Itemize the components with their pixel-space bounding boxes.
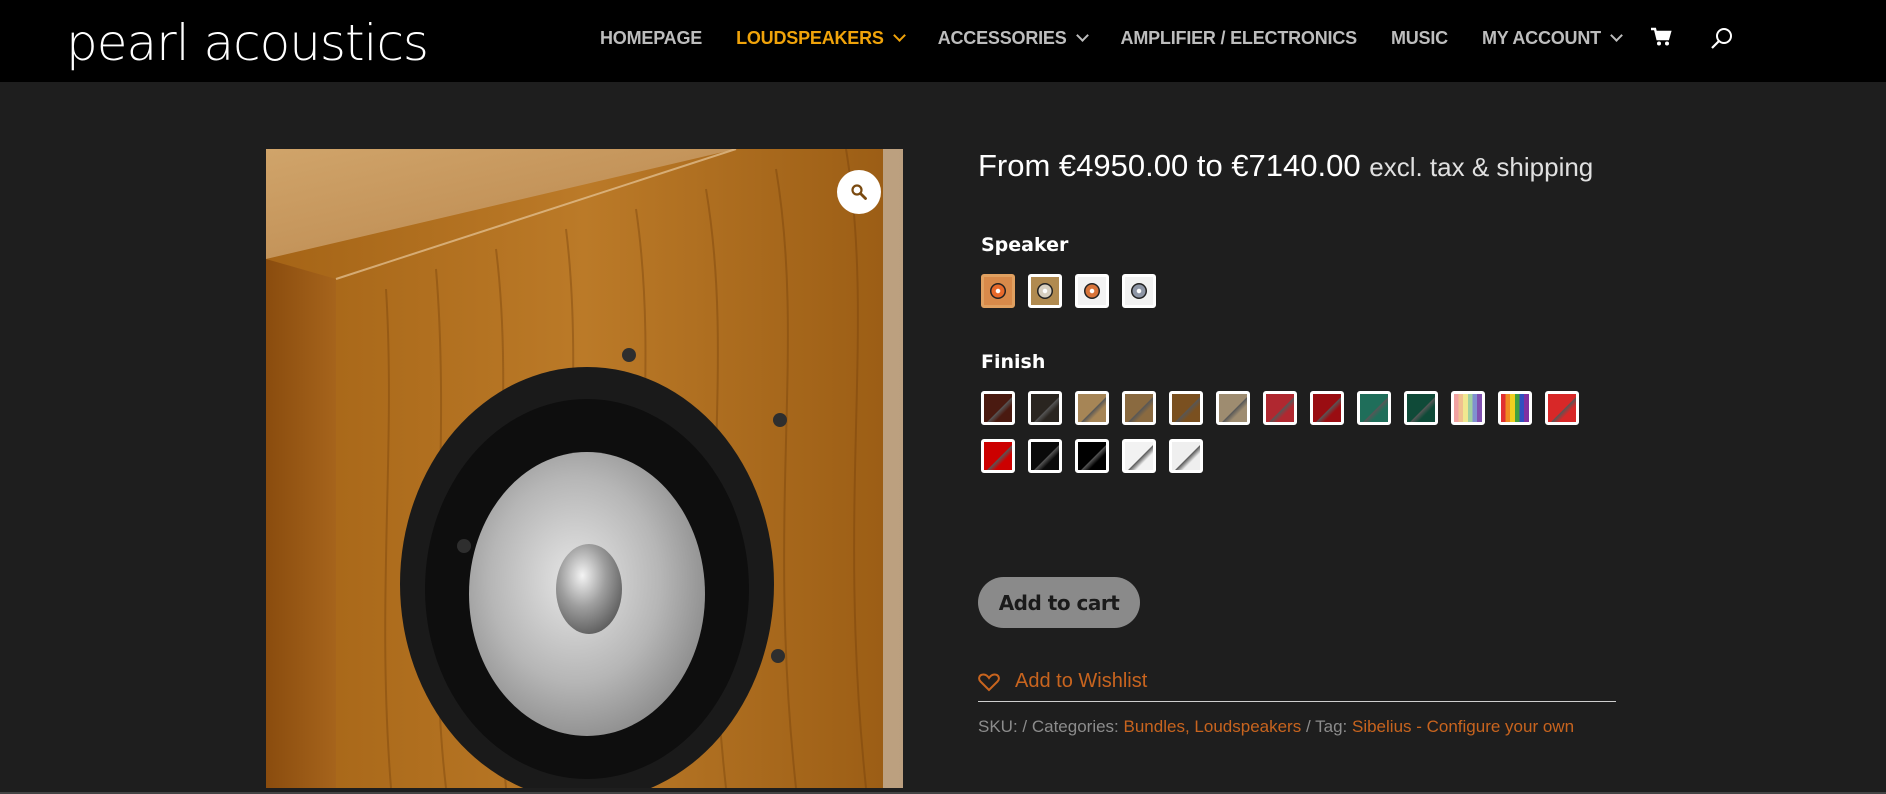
finish-swatch-2-1[interactable] — [981, 439, 1015, 473]
finish-swatch-2-2[interactable] — [1028, 439, 1062, 473]
speaker-driver-icon — [1037, 283, 1053, 299]
chevron-down-icon — [1610, 29, 1623, 42]
price-range: From €4950.00 to €7140.00 — [978, 148, 1361, 183]
speaker-photo — [266, 149, 903, 788]
category-link-loudspeakers[interactable]: Loudspeakers — [1194, 717, 1301, 736]
finish-swatch-1-10[interactable] — [1404, 391, 1438, 425]
main-nav: HOMEPAGE LOUDSPEAKERS ACCESSORIES AMPLIFIER… — [600, 0, 1655, 76]
nav-item-label: LOUDSPEAKERS — [736, 27, 884, 48]
zoom-icon — [851, 184, 867, 200]
site-header: pearl acoustics HOMEPAGE LOUDSPEAKERS ACCE… — [0, 0, 1886, 82]
speaker-swatch-3[interactable] — [1075, 274, 1109, 308]
finish-swatch-1-9[interactable] — [1357, 391, 1391, 425]
nav-item-label: MY ACCOUNT — [1481, 27, 1601, 48]
add-to-cart-button[interactable]: Add to cart — [978, 577, 1140, 628]
finish-label: Finish — [981, 351, 1046, 373]
finish-swatch-2-5[interactable] — [1169, 439, 1203, 473]
heart-icon — [978, 672, 1000, 691]
nav-item-label: AMPLIFIER / ELECTRONICS — [1120, 27, 1358, 48]
tag-label: / Tag: — [1305, 717, 1348, 736]
chevron-down-icon — [892, 29, 906, 42]
nav-item-label: HOMEPAGE — [600, 27, 703, 48]
finish-swatch-2-3[interactable] — [1075, 439, 1109, 473]
tag-link[interactable]: Sibelius - Configure your own — [1352, 717, 1574, 736]
product-meta: SKU: / Categories: Bundles, Loudspeakers… — [978, 717, 1575, 736]
finish-swatches-row-1 — [981, 391, 1592, 425]
wishlist-label: Add to Wishlist — [1015, 670, 1148, 692]
zoom-button[interactable] — [837, 170, 881, 214]
nav-item-loudspeakers[interactable]: LOUDSPEAKERS — [736, 27, 906, 49]
nav-item-amplifier-electronics[interactable]: AMPLIFIER / ELECTRONICS — [1120, 27, 1358, 49]
search-icon[interactable] — [1710, 27, 1734, 51]
nav-item-label: MUSIC — [1390, 27, 1448, 48]
speaker-label: Speaker — [981, 234, 1069, 256]
price: From €4950.00 to €7140.00 excl. tax & sh… — [978, 148, 1593, 184]
finish-swatch-1-5[interactable] — [1169, 391, 1203, 425]
finish-swatch-1-12[interactable] — [1498, 391, 1532, 425]
add-to-wishlist-link[interactable]: Add to Wishlist — [978, 670, 1147, 693]
finish-swatch-2-4[interactable] — [1122, 439, 1156, 473]
finish-swatch-1-11[interactable] — [1451, 391, 1485, 425]
chevron-down-icon — [1075, 29, 1089, 42]
finish-swatch-1-1[interactable] — [981, 391, 1015, 425]
cart-icon[interactable] — [1650, 27, 1672, 47]
speaker-swatch-1[interactable] — [981, 274, 1015, 308]
speaker-swatch-4[interactable] — [1122, 274, 1156, 308]
finish-swatch-1-8[interactable] — [1310, 391, 1344, 425]
site-logo[interactable]: pearl acoustics — [66, 18, 429, 68]
finish-swatch-1-3[interactable] — [1075, 391, 1109, 425]
finish-swatch-1-6[interactable] — [1216, 391, 1250, 425]
nav-item-music[interactable]: MUSIC — [1391, 28, 1448, 49]
meta-divider — [978, 701, 1616, 702]
speaker-swatch-2[interactable] — [1028, 274, 1062, 308]
price-suffix: excl. tax & shipping — [1369, 152, 1594, 182]
speaker-driver-icon — [990, 283, 1006, 299]
category-link-bundles[interactable]: Bundles — [1124, 717, 1185, 736]
finish-swatch-1-2[interactable] — [1028, 391, 1062, 425]
finish-swatch-1-13[interactable] — [1545, 391, 1579, 425]
nav-item-homepage[interactable]: HOMEPAGE — [600, 28, 702, 49]
speaker-driver-icon — [1131, 283, 1147, 299]
finish-swatch-1-4[interactable] — [1122, 391, 1156, 425]
nav-item-accessories[interactable]: ACCESSORIES — [937, 27, 1089, 49]
finish-swatches-row-2 — [981, 439, 1216, 473]
product-image[interactable] — [266, 149, 903, 788]
speaker-driver-icon — [1084, 283, 1100, 299]
nav-item-my-account[interactable]: MY ACCOUNT — [1481, 27, 1623, 49]
sku-categories-label: SKU: / Categories: — [978, 717, 1119, 736]
speaker-swatches — [981, 274, 1169, 308]
finish-swatch-1-7[interactable] — [1263, 391, 1297, 425]
nav-item-label: ACCESSORIES — [937, 27, 1067, 48]
